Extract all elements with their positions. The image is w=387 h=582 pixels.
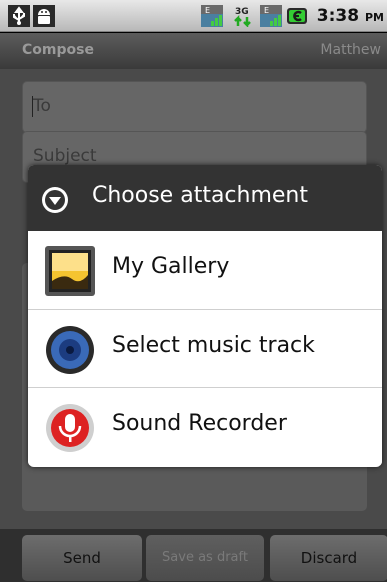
- dropdown-circle-icon: [42, 187, 68, 213]
- signal-edge-icon: E: [260, 5, 282, 27]
- save-draft-button[interactable]: Save as draft: [146, 535, 264, 581]
- music-track-icon: [46, 326, 94, 374]
- choose-attachment-dialog: Choose attachment My Gallery Select musi…: [28, 165, 382, 467]
- subject-placeholder: Subject: [33, 146, 97, 166]
- edge-label: E: [264, 6, 269, 15]
- to-field[interactable]: To: [22, 81, 367, 133]
- option-label: My Gallery: [112, 254, 230, 279]
- option-label: Sound Recorder: [112, 411, 287, 436]
- battery-charging-icon: [287, 8, 307, 24]
- account-name: Matthew: [320, 42, 381, 58]
- status-bar: E 3G E 3:38 PM: [0, 0, 387, 32]
- option-my-gallery[interactable]: My Gallery: [28, 231, 382, 309]
- option-select-music-track[interactable]: Select music track: [28, 309, 382, 387]
- android-debug-icon: [33, 5, 55, 27]
- option-label: Select music track: [112, 333, 315, 358]
- option-sound-recorder[interactable]: Sound Recorder: [28, 387, 382, 465]
- edge-label: E: [205, 6, 210, 15]
- signal-edge-icon: E: [201, 5, 223, 27]
- sound-recorder-icon: [46, 404, 94, 452]
- send-button[interactable]: Send: [22, 535, 142, 581]
- to-placeholder: To: [33, 96, 51, 116]
- clock: 3:38 PM: [317, 6, 384, 26]
- title-bar: Compose Matthew: [0, 33, 387, 69]
- page-title: Compose: [22, 42, 94, 58]
- usb-icon: [8, 5, 30, 27]
- discard-button[interactable]: Discard: [270, 535, 387, 581]
- dialog-title: Choose attachment: [92, 183, 309, 208]
- clock-ampm: PM: [364, 11, 384, 24]
- 3g-label: 3G: [235, 7, 249, 17]
- clock-time: 3:38: [316, 6, 360, 26]
- data-3g-icon: 3G: [234, 7, 251, 27]
- gallery-icon: [45, 246, 95, 296]
- button-bar: Send Save as draft Discard: [0, 529, 387, 582]
- dialog-header: Choose attachment: [28, 165, 382, 231]
